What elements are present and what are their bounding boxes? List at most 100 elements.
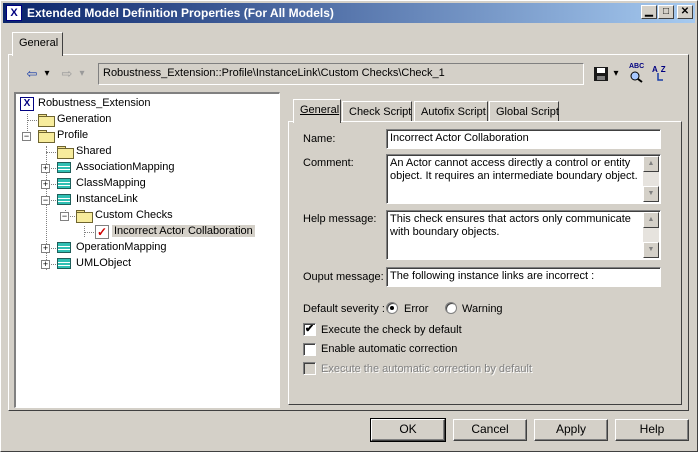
tree-item-label: ClassMapping	[76, 177, 146, 189]
tree-item-association-mapping[interactable]: + AssociationMapping	[16, 160, 276, 176]
comment-label: Comment:	[303, 157, 354, 169]
metaclass-icon	[57, 162, 71, 173]
apply-button[interactable]: Apply	[534, 419, 608, 441]
collapse-icon[interactable]: −	[60, 212, 69, 221]
extended-model-icon: X	[6, 5, 22, 21]
help-message-value: This check ensures that actors only comm…	[390, 213, 631, 238]
tree-item-label: Robustness_Extension	[38, 97, 151, 109]
tree-item-operation-mapping[interactable]: + OperationMapping	[16, 240, 276, 256]
metaclass-icon	[57, 258, 71, 269]
tree-view[interactable]: X Robustness_Extension Generation − Prof…	[14, 92, 280, 408]
expand-icon[interactable]: +	[41, 260, 50, 269]
collapse-icon[interactable]: −	[22, 132, 31, 141]
comment-scrollbar[interactable]: ▲ ▼	[643, 156, 659, 202]
metaclass-icon	[57, 178, 71, 189]
tab-general-label: General	[300, 104, 340, 116]
sort-icon[interactable]: AZ	[652, 63, 670, 83]
name-input-value: Incorrect Actor Collaboration	[390, 132, 529, 144]
help-button[interactable]: Help	[615, 419, 689, 441]
object-path-field[interactable]: Robustness_Extension::Profile\InstanceLi…	[98, 63, 584, 85]
tree-item-incorrect-actor-collaboration[interactable]: ✓ Incorrect Actor Collaboration	[16, 224, 276, 240]
tree-item-label: Generation	[57, 113, 112, 125]
save-dropdown-icon[interactable]: ▾	[611, 66, 621, 82]
scroll-up-icon[interactable]: ▲	[643, 156, 659, 172]
spell-check-icon[interactable]: ABC	[629, 63, 647, 83]
severity-warning-label[interactable]: Warning	[462, 303, 503, 315]
close-button[interactable]: ✕	[677, 5, 693, 19]
execute-auto-correction-checkbox	[303, 362, 316, 375]
checkmark-icon: ✔	[304, 323, 315, 335]
dialog-window: X Extended Model Definition Properties (…	[0, 0, 698, 452]
tab-global-script[interactable]: Global Script	[489, 101, 559, 123]
tree-item-label: OperationMapping	[76, 241, 167, 253]
custom-check-icon: ✓	[95, 225, 109, 239]
folder-icon	[57, 146, 74, 159]
floppy-disk-icon[interactable]	[593, 66, 609, 82]
tree-item-profile[interactable]: − Profile	[16, 128, 276, 144]
tree-item-class-mapping[interactable]: + ClassMapping	[16, 176, 276, 192]
tab-general-outer-label: General	[19, 37, 59, 49]
tab-general-outer[interactable]: General	[12, 32, 63, 56]
tab-check-script[interactable]: Check Script	[342, 101, 412, 123]
expand-icon[interactable]: +	[41, 164, 50, 173]
comment-textarea-value: An Actor cannot access directly a contro…	[390, 157, 638, 182]
title-bar[interactable]: X Extended Model Definition Properties (…	[3, 3, 695, 23]
maximize-button[interactable]: □	[658, 5, 674, 19]
tree-item-label: UMLObject	[76, 257, 132, 269]
tree-item-instance-link[interactable]: − InstanceLink	[16, 192, 276, 208]
folder-open-icon	[76, 210, 93, 223]
tab-general[interactable]: General	[293, 99, 341, 123]
tab-autofix-script-label: Autofix Script	[421, 106, 486, 118]
name-input[interactable]: Incorrect Actor Collaboration	[386, 129, 661, 149]
tree-item-label: Shared	[76, 145, 112, 157]
default-severity-label: Default severity :	[303, 303, 385, 315]
output-message-value: The following instance links are incorre…	[390, 270, 595, 282]
forward-dropdown-icon: ▾	[79, 68, 85, 79]
forward-arrow-icon: ⇨	[61, 66, 73, 81]
output-message-input[interactable]: The following instance links are incorre…	[386, 267, 661, 287]
execute-auto-correction-label: Execute the automatic correction by defa…	[321, 363, 532, 375]
tree-item-label-selected: Incorrect Actor Collaboration	[112, 225, 255, 237]
help-scrollbar[interactable]: ▲ ▼	[643, 212, 659, 258]
floppy-disk-svg	[594, 67, 608, 81]
object-path-text: Robustness_Extension::Profile\InstanceLi…	[103, 67, 445, 79]
help-message-textarea[interactable]: This check ensures that actors only comm…	[386, 210, 661, 260]
severity-error-label[interactable]: Error	[404, 303, 428, 315]
severity-warning-radio[interactable]	[445, 302, 457, 314]
execute-default-checkbox[interactable]: ✔	[303, 323, 316, 336]
extended-model-icon: X	[20, 97, 34, 111]
tree-item-label: Custom Checks	[95, 209, 173, 221]
tree-item-shared[interactable]: Shared	[16, 144, 276, 160]
folder-open-icon	[38, 130, 55, 143]
expand-icon[interactable]: +	[41, 244, 50, 253]
window-title: Extended Model Definition Properties (Fo…	[27, 6, 334, 20]
minimize-button[interactable]: ▁	[641, 5, 657, 19]
tab-check-script-label: Check Script	[349, 106, 412, 118]
scroll-down-icon[interactable]: ▼	[643, 186, 659, 202]
tree-item-label: InstanceLink	[76, 193, 138, 205]
help-message-label: Help message:	[303, 213, 377, 225]
back-arrow-icon[interactable]: ⇦	[24, 66, 40, 82]
sort-arrow-svg	[657, 73, 663, 81]
scroll-up-icon[interactable]: ▲	[643, 212, 659, 228]
tab-autofix-script[interactable]: Autofix Script	[414, 101, 488, 123]
enable-auto-correction-label[interactable]: Enable automatic correction	[321, 343, 457, 355]
comment-textarea[interactable]: An Actor cannot access directly a contro…	[386, 154, 661, 204]
cancel-button[interactable]: Cancel	[453, 419, 527, 441]
tree-item-uml-object[interactable]: + UMLObject	[16, 256, 276, 272]
ok-button[interactable]: OK	[370, 418, 446, 442]
tree-item-custom-checks[interactable]: − Custom Checks	[16, 208, 276, 224]
name-label: Name:	[303, 133, 336, 145]
collapse-icon[interactable]: −	[41, 196, 50, 205]
tree-item-label: AssociationMapping	[76, 161, 175, 173]
expand-icon[interactable]: +	[41, 180, 50, 189]
tree-item-generation[interactable]: Generation	[16, 112, 276, 128]
enable-auto-correction-checkbox[interactable]	[303, 343, 316, 356]
severity-error-radio[interactable]	[386, 302, 398, 314]
tree-item-robustness-extension[interactable]: X Robustness_Extension	[16, 96, 276, 112]
execute-default-label[interactable]: Execute the check by default	[321, 324, 462, 336]
spell-check-text: ABC	[629, 63, 645, 70]
scroll-down-icon[interactable]: ▼	[643, 242, 659, 258]
tab-global-script-label: Global Script	[496, 106, 559, 118]
back-dropdown-icon[interactable]: ▾	[42, 66, 52, 82]
